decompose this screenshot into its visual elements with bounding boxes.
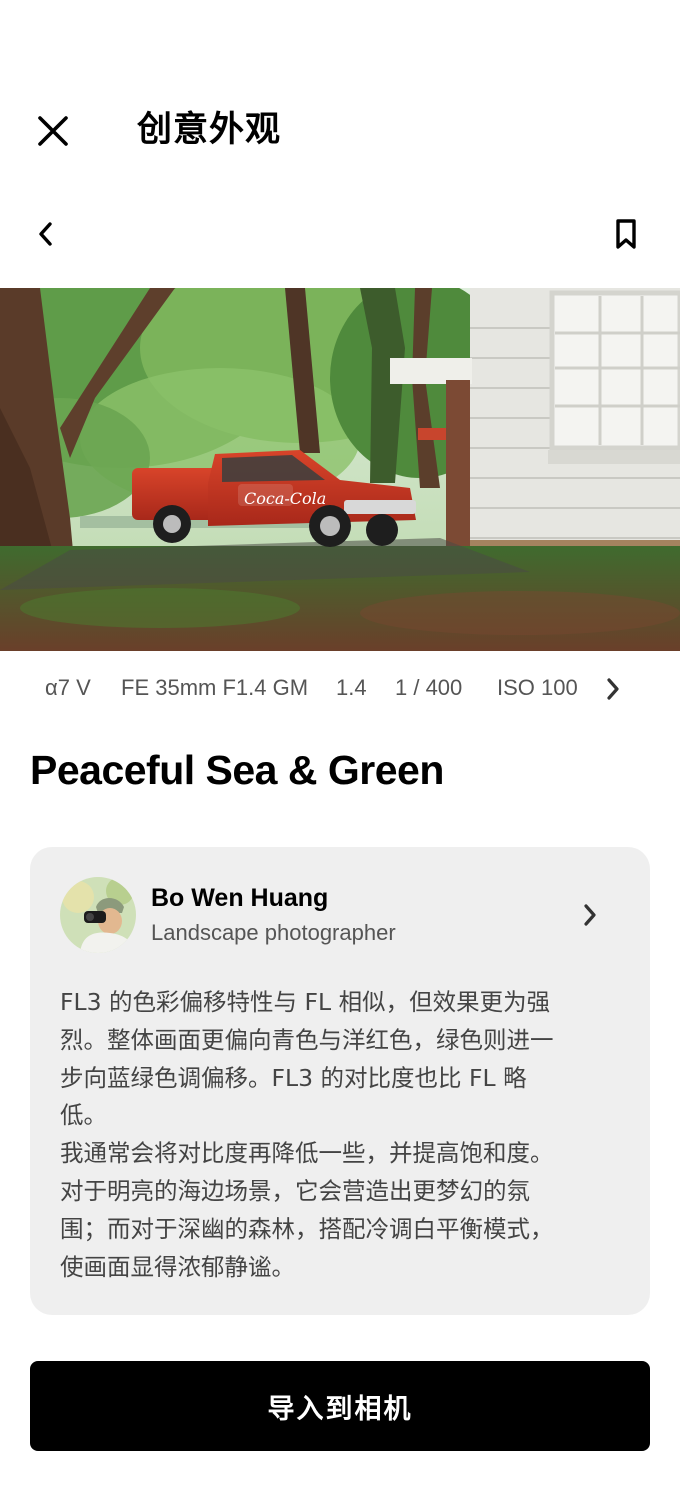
chevron-right-icon (607, 678, 619, 700)
look-description: FL3 的色彩偏移特性与 FL 相似，但效果更为强 烈。整体画面更偏向青色与洋红… (60, 984, 626, 1286)
chevron-left-icon (39, 222, 52, 246)
sub-navigation (0, 204, 680, 264)
description-line: 围；而对于深幽的森林，搭配冷调白平衡模式， (60, 1214, 554, 1243)
exif-lens: FE 35mm F1.4 GM (121, 675, 309, 700)
exif-next-button[interactable] (598, 674, 628, 704)
bookmark-button[interactable] (604, 212, 648, 256)
description-line: 烈。整体画面更偏向青色与洋红色，绿色则进一 (60, 1025, 554, 1054)
close-icon (38, 116, 68, 146)
description-line: 步向蓝绿色调偏移。FL3 的对比度也比 FL 略 (60, 1063, 527, 1092)
import-to-camera-button[interactable]: 导入到相机 (30, 1361, 650, 1451)
author-profile-link[interactable]: Bo Wen Huang Landscape photographer (30, 847, 650, 977)
exif-camera: α7 V (45, 675, 91, 700)
top-bar: 创意外观 (0, 88, 680, 172)
exif-shutter: 1 / 400 (395, 675, 463, 700)
exif-aperture: 1.4 (336, 675, 367, 700)
author-chevron (576, 901, 604, 929)
back-button[interactable] (24, 212, 68, 256)
description-line: 对于明亮的海边场景，它会营造出更梦幻的氛 (60, 1176, 530, 1205)
avatar (60, 877, 136, 953)
exif-iso: ISO 100 (497, 675, 578, 700)
look-title: Peaceful Sea & Green (30, 747, 444, 793)
author-card: Bo Wen Huang Landscape photographer FL3 … (30, 847, 650, 1315)
look-sample-photo: Coca-Cola (0, 288, 680, 651)
description-line: 我通常会将对比度再降低一些，并提高饱和度。 (60, 1139, 554, 1168)
description-line: FL3 的色彩偏移特性与 FL 相似，但效果更为强 (60, 988, 551, 1016)
page-title: 创意外观 (137, 110, 282, 150)
close-button[interactable] (30, 108, 76, 154)
description-line: 使画面显得浓郁静谧。 (60, 1252, 295, 1281)
author-name: Bo Wen Huang (151, 884, 329, 912)
chevron-right-icon (584, 904, 596, 926)
exif-info-row: α7 V FE 35mm F1.4 GM 1.4 1 / 400 ISO 100 (0, 666, 680, 712)
truck-logo-text: Coca-Cola (244, 489, 326, 508)
bookmark-icon (616, 219, 636, 249)
description-line: 低。 (60, 1101, 107, 1130)
import-button-label: 导入到相机 (267, 1393, 413, 1425)
author-role: Landscape photographer (151, 920, 396, 945)
